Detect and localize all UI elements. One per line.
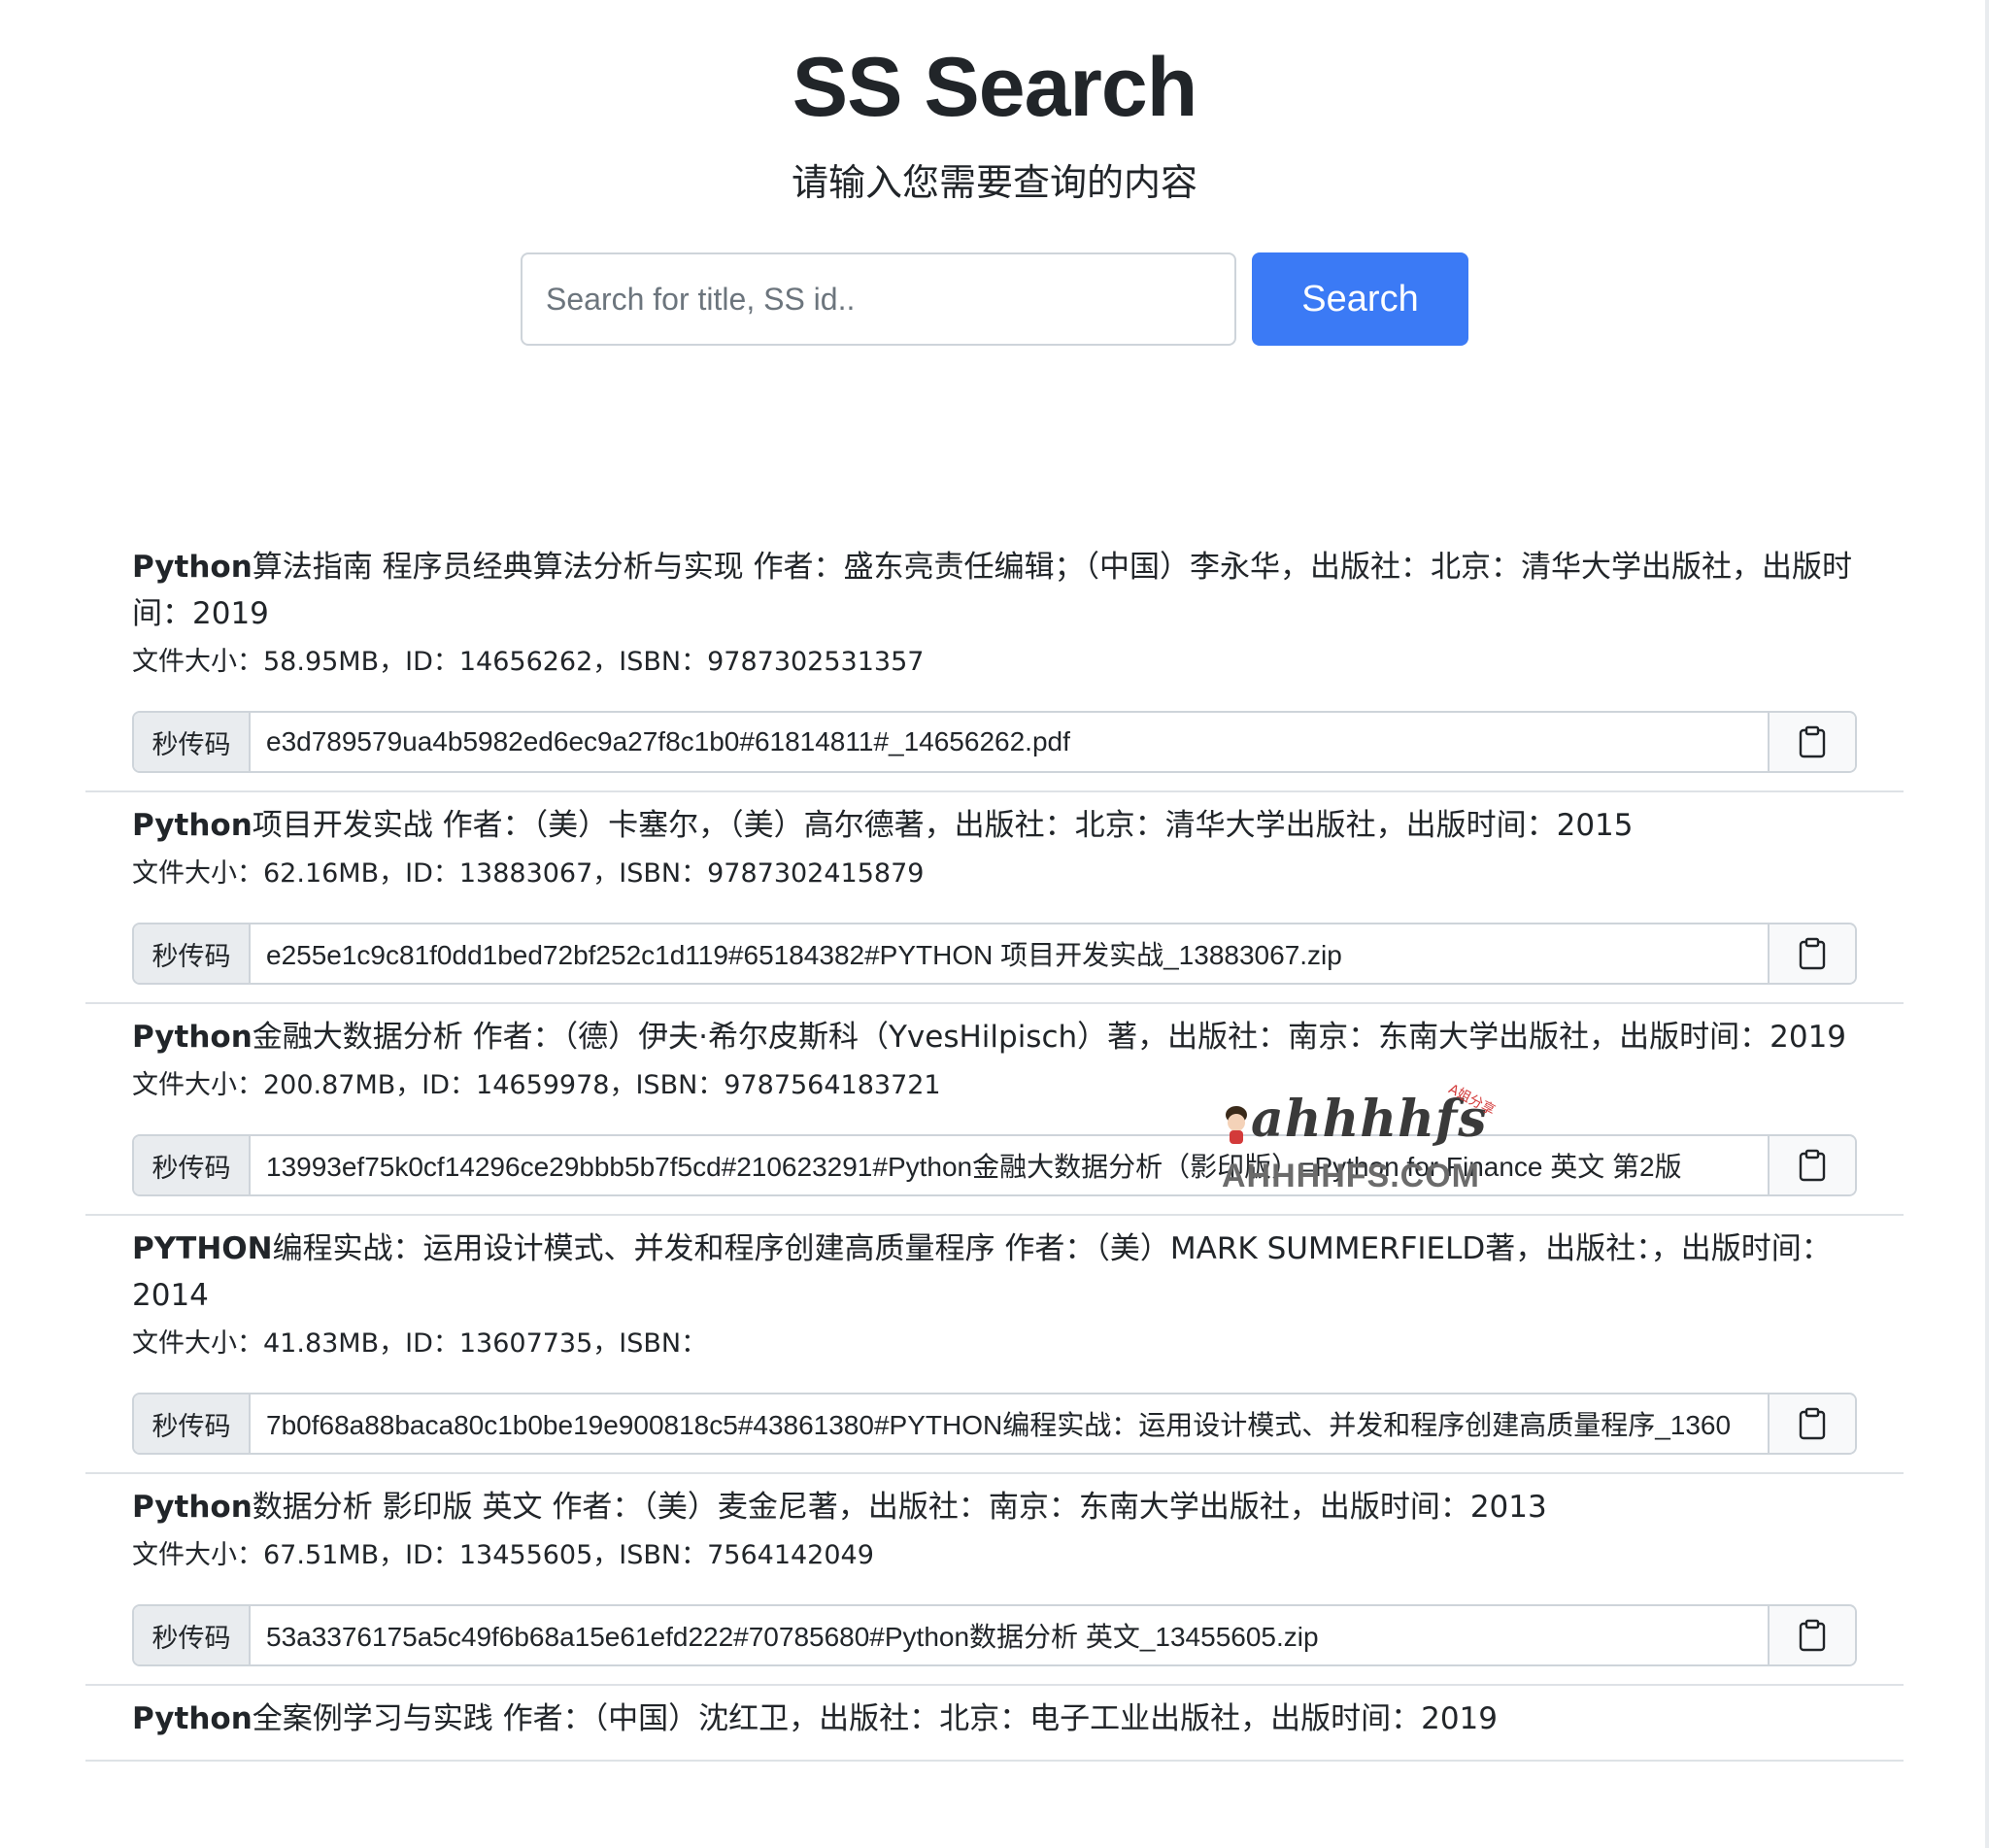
code-field[interactable]: e255e1c9c81f0dd1bed72bf252c1d119#6518438… xyxy=(251,924,1768,983)
result-meta: 文件大小：58.95MB，ID：14656262，ISBN：9787302531… xyxy=(132,647,925,677)
result-meta: 文件大小：200.87MB，ID：14659978，ISBN：978756418… xyxy=(132,1070,941,1100)
page: SS Search 请输入您需要查询的内容 Search Python算法指南 … xyxy=(0,0,1989,1848)
clipboard-icon xyxy=(1799,1407,1826,1440)
clipboard-icon xyxy=(1799,1149,1826,1182)
result-title: Python全案例学习与实践 作者：（中国）沈红卫，出版社：北京：电子工业出版社… xyxy=(132,1696,1857,1742)
code-input-group: 秒传码 e255e1c9c81f0dd1bed72bf252c1d119#651… xyxy=(132,923,1857,985)
result-title-rest: 金融大数据分析 作者：（德）伊夫·希尔皮斯科（YvesHilpisch）著，出版… xyxy=(252,1020,1847,1055)
result-title: Python项目开发实战 作者：（美）卡塞尔，（美）高尔德著，出版社：北京：清华… xyxy=(132,802,1857,849)
result-item: Python项目开发实战 作者：（美）卡塞尔，（美）高尔德著，出版社：北京：清华… xyxy=(85,792,1904,1004)
result-meta: 文件大小：62.16MB，ID：13883067，ISBN：9787302415… xyxy=(132,858,925,889)
page-title: SS Search xyxy=(792,41,1197,134)
search-bar: Search xyxy=(0,252,1989,346)
copy-button[interactable] xyxy=(1768,924,1855,983)
header: SS Search 请输入您需要查询的内容 xyxy=(0,0,1989,206)
code-field[interactable]: 53a3376175a5c49f6b68a15e61efd222#7078568… xyxy=(251,1606,1768,1664)
code-field[interactable]: e3d789579ua4b5982ed6ec9a27f8c1b0#6181481… xyxy=(251,713,1768,771)
result-title: Python数据分析 影印版 英文 作者：（美）麦金尼著，出版社：南京：东南大学… xyxy=(132,1484,1857,1530)
result-title-rest: 全案例学习与实践 作者：（中国）沈红卫，出版社：北京：电子工业出版社，出版时间：… xyxy=(252,1701,1499,1736)
result-meta: 文件大小：41.83MB，ID：13607735，ISBN： xyxy=(132,1328,708,1359)
code-label: 秒传码 xyxy=(134,1136,251,1194)
result-title: Python算法指南 程序员经典算法分析与实现 作者：盛东亮责任编辑；（中国）李… xyxy=(132,544,1857,637)
result-item: Python数据分析 影印版 英文 作者：（美）麦金尼著，出版社：南京：东南大学… xyxy=(85,1474,1904,1686)
code-label: 秒传码 xyxy=(134,1606,251,1664)
code-field[interactable]: 13993ef75k0cf14296ce29bbb5b7f5cd#2106232… xyxy=(251,1136,1768,1194)
result-title-rest: 编程实战：运用设计模式、并发和程序创建高质量程序 作者：（美）MARK SUMM… xyxy=(132,1231,1832,1313)
result-title: PYTHON编程实战：运用设计模式、并发和程序创建高质量程序 作者：（美）MAR… xyxy=(132,1226,1857,1319)
result-item: PYTHON编程实战：运用设计模式、并发和程序创建高质量程序 作者：（美）MAR… xyxy=(85,1216,1904,1474)
code-label: 秒传码 xyxy=(134,1394,251,1453)
result-title-bold: Python xyxy=(132,550,253,585)
copy-button[interactable] xyxy=(1768,1394,1855,1453)
code-input-group: 秒传码 53a3376175a5c49f6b68a15e61efd222#707… xyxy=(132,1604,1857,1666)
clipboard-icon xyxy=(1799,937,1826,970)
result-title-bold: Python xyxy=(132,808,253,843)
copy-button[interactable] xyxy=(1768,713,1855,771)
search-input[interactable] xyxy=(521,252,1236,346)
result-title-rest: 算法指南 程序员经典算法分析与实现 作者：盛东亮责任编辑；（中国）李永华，出版社… xyxy=(132,550,1852,631)
search-button[interactable]: Search xyxy=(1252,252,1468,346)
result-title-bold: Python xyxy=(132,1490,253,1525)
results-list: Python算法指南 程序员经典算法分析与实现 作者：盛东亮责任编辑；（中国）李… xyxy=(85,544,1904,1762)
result-title-bold: Python xyxy=(132,1020,253,1055)
code-input-group: 秒传码 e3d789579ua4b5982ed6ec9a27f8c1b0#618… xyxy=(132,711,1857,773)
result-title-rest: 数据分析 影印版 英文 作者：（美）麦金尼著，出版社：南京：东南大学出版社，出版… xyxy=(252,1490,1547,1525)
clipboard-icon xyxy=(1799,725,1826,758)
page-subtitle: 请输入您需要查询的内容 xyxy=(791,161,1197,204)
result-meta: 文件大小：67.51MB，ID：13455605，ISBN：7564142049 xyxy=(132,1540,874,1570)
copy-button[interactable] xyxy=(1768,1136,1855,1194)
result-item: Python全案例学习与实践 作者：（中国）沈红卫，出版社：北京：电子工业出版社… xyxy=(85,1686,1904,1762)
code-field[interactable]: 7b0f68a88baca80c1b0be19e900818c5#4386138… xyxy=(251,1394,1768,1453)
code-label: 秒传码 xyxy=(134,924,251,983)
result-title-bold: PYTHON xyxy=(132,1231,273,1266)
code-label: 秒传码 xyxy=(134,713,251,771)
code-input-group: 秒传码 7b0f68a88baca80c1b0be19e900818c5#438… xyxy=(132,1393,1857,1455)
result-item: Python算法指南 程序员经典算法分析与实现 作者：盛东亮责任编辑；（中国）李… xyxy=(85,544,1904,792)
clipboard-icon xyxy=(1799,1619,1826,1652)
result-title: Python金融大数据分析 作者：（德）伊夫·希尔皮斯科（YvesHilpisc… xyxy=(132,1014,1857,1060)
result-title-bold: Python xyxy=(132,1701,253,1736)
code-input-group: 秒传码 13993ef75k0cf14296ce29bbb5b7f5cd#210… xyxy=(132,1134,1857,1196)
copy-button[interactable] xyxy=(1768,1606,1855,1664)
result-item: Python金融大数据分析 作者：（德）伊夫·希尔皮斯科（YvesHilpisc… xyxy=(85,1004,1904,1216)
result-title-rest: 项目开发实战 作者：（美）卡塞尔，（美）高尔德著，出版社：北京：清华大学出版社，… xyxy=(252,808,1634,843)
